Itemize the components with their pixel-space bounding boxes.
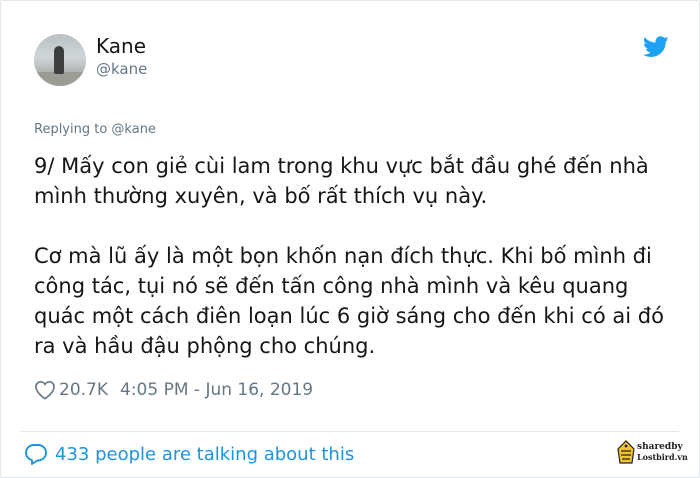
divider	[21, 431, 679, 432]
watermark-line1: sharedby	[637, 442, 683, 452]
tweet-paragraph: Cơ mà lũ ấy là một bọn khốn nạn đích thự…	[34, 244, 664, 358]
talking-text[interactable]: 433 people are talking about this	[55, 444, 354, 465]
author-handle[interactable]: @kane	[96, 60, 147, 78]
like-count[interactable]: 20.7K	[59, 380, 108, 400]
comment-icon	[25, 444, 47, 465]
watermark-line2: Lostbird.vn	[637, 452, 688, 462]
replying-to[interactable]: Replying to @kane	[34, 122, 156, 138]
heart-icon[interactable]	[34, 380, 56, 400]
tweet-meta: 20.7K 4:05 PM - Jun 16, 2019	[34, 377, 313, 403]
tweet-paragraph: 9/ Mấy con giẻ cùi lam trong khu vực bắt…	[34, 154, 649, 208]
timestamp[interactable]: 4:05 PM - Jun 16, 2019	[120, 380, 313, 400]
avatar-ground	[34, 72, 86, 86]
twitter-bird-icon[interactable]	[643, 36, 669, 58]
author-name[interactable]: Kane	[96, 34, 146, 58]
bird-logo-icon	[617, 440, 635, 464]
watermark: sharedby Lostbird.vn	[615, 438, 688, 468]
talking-link[interactable]: 433 people are talking about this	[24, 441, 354, 467]
avatar[interactable]	[34, 34, 86, 86]
tweet-text: 9/ Mấy con giẻ cùi lam trong khu vực bắt…	[34, 151, 684, 361]
tweet-card: Kane @kane Replying to @kane 9/ Mấy con …	[0, 0, 700, 478]
avatar-figure	[54, 46, 64, 74]
